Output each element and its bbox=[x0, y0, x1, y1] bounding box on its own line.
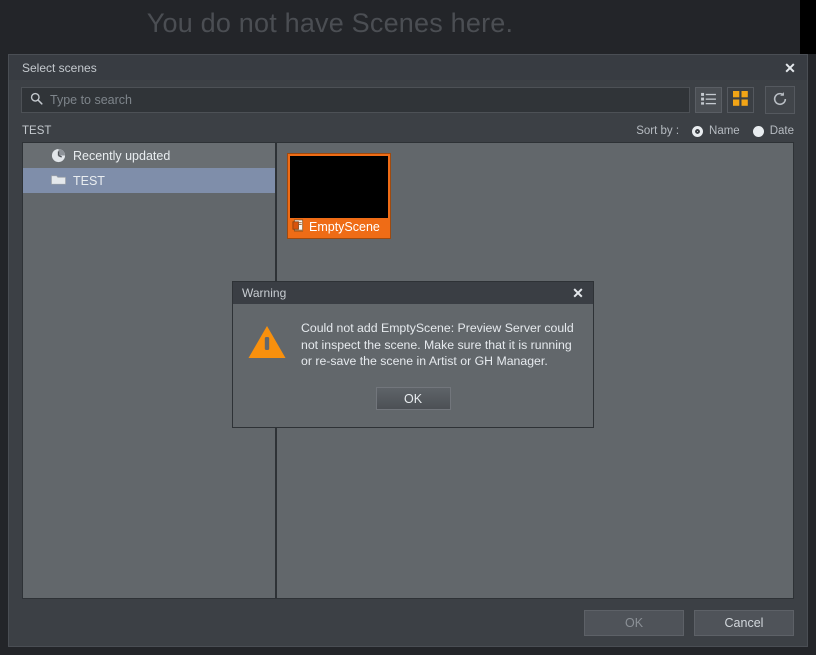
sidebar-item-test[interactable]: TEST bbox=[23, 168, 275, 193]
warning-dialog: Warning ✕ Could not add EmptyScene: Prev… bbox=[232, 281, 594, 428]
scene-card[interactable]: EmptyScene bbox=[287, 153, 391, 239]
scene-label-bar: EmptyScene bbox=[290, 218, 388, 236]
search-icon bbox=[30, 92, 43, 108]
empty-scenes-message: You do not have Scenes here. bbox=[146, 8, 514, 38]
clock-icon bbox=[51, 148, 66, 163]
list-view-button[interactable] bbox=[695, 87, 722, 113]
sort-option-date[interactable]: Date bbox=[752, 125, 794, 137]
warning-content: Could not add EmptyScene: Preview Server… bbox=[233, 304, 593, 387]
sort-option-name-label: Name bbox=[709, 125, 740, 137]
search-input[interactable]: Type to search bbox=[21, 87, 690, 113]
sort-option-date-label: Date bbox=[769, 125, 794, 137]
sidebar-item-label: TEST bbox=[73, 173, 105, 188]
grid-view-button[interactable] bbox=[727, 87, 754, 113]
close-icon[interactable]: ✕ bbox=[569, 284, 587, 302]
dialog-subheader: TEST Sort by : Name Date bbox=[9, 120, 807, 142]
dialog-title: Select scenes bbox=[22, 60, 97, 75]
dialog-toolbar: Type to search bbox=[9, 80, 807, 120]
breadcrumb: TEST bbox=[22, 125, 52, 137]
close-icon[interactable]: ✕ bbox=[781, 59, 799, 77]
dialog-titlebar: Select scenes ✕ bbox=[9, 55, 807, 80]
radio-date-icon bbox=[752, 125, 764, 137]
warning-message: Could not add EmptyScene: Preview Server… bbox=[301, 321, 574, 368]
sort-by-label: Sort by : bbox=[636, 125, 680, 137]
refresh-button[interactable] bbox=[765, 86, 795, 114]
sidebar-item-label: Recently updated bbox=[73, 148, 171, 163]
refresh-icon bbox=[772, 91, 788, 110]
sidebar-item-recently-updated[interactable]: Recently updated bbox=[23, 143, 275, 168]
scene-name: EmptyScene bbox=[309, 220, 380, 234]
warning-ok-button[interactable]: OK bbox=[375, 387, 451, 410]
warning-titlebar: Warning ✕ bbox=[233, 282, 593, 304]
dialog-footer: OK Cancel bbox=[9, 599, 807, 646]
cancel-button[interactable]: Cancel bbox=[694, 609, 794, 636]
sort-option-name[interactable]: Name bbox=[692, 125, 740, 137]
list-view-icon bbox=[701, 92, 716, 108]
folder-icon bbox=[51, 173, 66, 188]
sort-controls: Sort by : Name Date bbox=[636, 125, 794, 137]
warning-footer: OK bbox=[233, 387, 593, 427]
ok-button[interactable]: OK bbox=[584, 609, 684, 636]
warning-title: Warning bbox=[242, 286, 287, 300]
search-placeholder-text: Type to search bbox=[50, 93, 132, 107]
scene-file-icon bbox=[292, 219, 305, 235]
grid-view-icon bbox=[733, 91, 748, 109]
background-right-strip bbox=[800, 0, 816, 54]
radio-name-icon bbox=[692, 125, 704, 137]
scene-thumbnail bbox=[290, 156, 388, 218]
warning-triangle-icon bbox=[247, 320, 287, 387]
